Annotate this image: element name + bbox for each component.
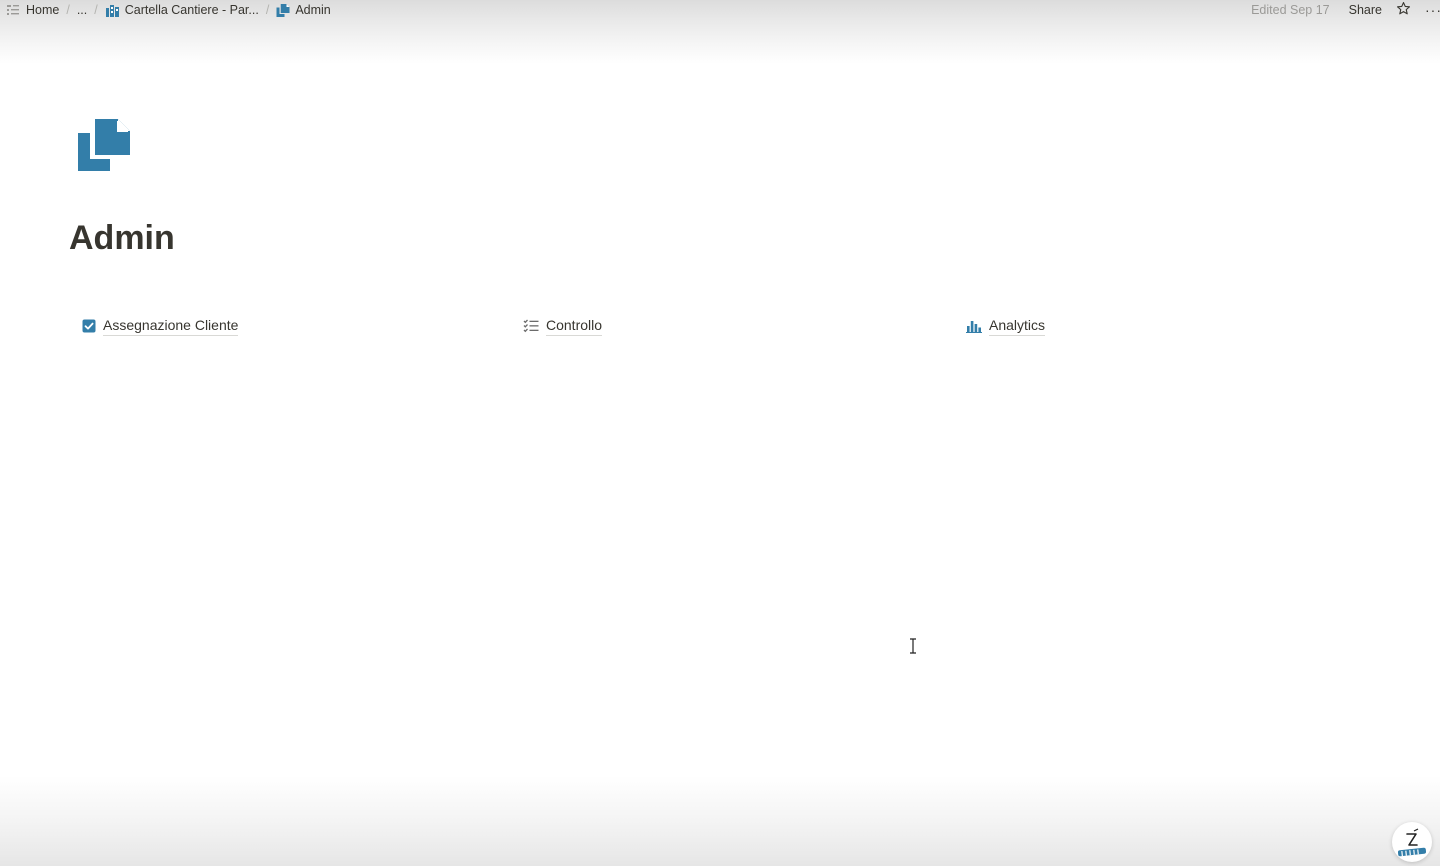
breadcrumb-separator: / [66, 3, 70, 17]
link-columns: Assegnazione Cliente Controllo Analytics [82, 316, 1382, 338]
breadcrumb-label: Admin [295, 3, 331, 17]
link-controllo[interactable]: Controllo [523, 316, 603, 336]
home-icon [6, 4, 21, 17]
breadcrumb-separator: / [265, 3, 270, 17]
building-icon [105, 4, 120, 17]
star-icon [1396, 1, 1411, 19]
breadcrumb: Home / ... / Cartella Cantiere - Par... … [6, 2, 331, 18]
breadcrumb-cartella-cantiere[interactable]: Cartella Cantiere - Par... [105, 3, 259, 17]
breadcrumb-ellipsis[interactable]: ... [77, 3, 87, 17]
bottom-fade [0, 776, 1440, 866]
link-label: Analytics [989, 316, 1046, 336]
favorite-button[interactable] [1396, 1, 1411, 19]
link-label: Assegnazione Cliente [103, 316, 239, 336]
link-analytics[interactable]: Analytics [966, 316, 1046, 336]
breadcrumb-label: Cartella Cantiere - Par... [124, 3, 259, 17]
notion-page: Home / ... / Cartella Cantiere - Par... … [0, 0, 1440, 866]
breadcrumb-label: ... [76, 3, 88, 17]
documents-icon [276, 3, 290, 17]
top-bar: Home / ... / Cartella Cantiere - Par... … [0, 0, 1440, 64]
breadcrumb-home[interactable]: Home [6, 3, 59, 17]
breadcrumb-label: Home [26, 3, 60, 17]
more-options-button[interactable]: ··· [1425, 2, 1440, 18]
checklist-icon [523, 319, 539, 333]
breadcrumb-admin[interactable]: Admin [276, 3, 331, 17]
share-button[interactable]: Share [1349, 3, 1382, 17]
bar-chart-icon [966, 319, 982, 333]
edited-timestamp: Edited Sep 17 [1251, 3, 1330, 17]
text-cursor-icon [909, 638, 917, 654]
help-button[interactable] [1392, 822, 1432, 862]
page-title[interactable]: Admin [69, 218, 175, 258]
notion-character-icon [1392, 828, 1432, 866]
documents-icon [78, 119, 130, 175]
checkbox-icon [82, 319, 96, 333]
page-icon[interactable] [78, 119, 130, 171]
link-assegnazione-cliente[interactable]: Assegnazione Cliente [82, 316, 239, 336]
link-label: Controllo [546, 316, 603, 336]
breadcrumb-separator: / [94, 3, 98, 17]
topbar-actions: Edited Sep 17 Share ··· [1251, 2, 1440, 18]
